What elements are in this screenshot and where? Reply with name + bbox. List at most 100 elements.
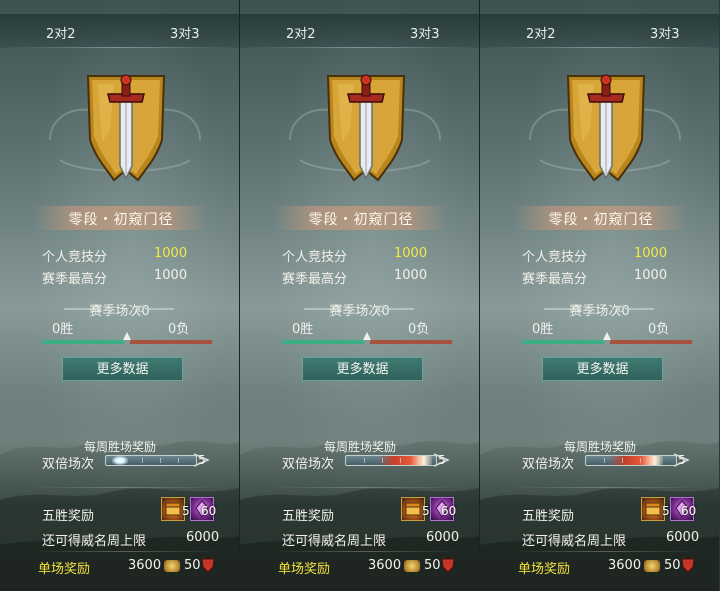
sword-banner-emblem-icon [566, 74, 646, 182]
scroll-ornament-icon [377, 305, 414, 313]
five-win-reward-label: 五胜奖励 [522, 509, 575, 524]
win-segment [42, 340, 124, 344]
rank-banner: 零段・初窥门径 [516, 206, 686, 230]
purple-crystal-item-icon[interactable]: 60 [430, 497, 457, 521]
divider [510, 487, 700, 488]
loss-segment [130, 340, 212, 344]
progress-segment-divider [160, 458, 161, 463]
progress-segment-divider [658, 458, 659, 463]
double-matches-progress-bar [345, 455, 437, 466]
losses-count: 0负 [168, 322, 190, 337]
five-win-reward-label: 五胜奖励 [42, 509, 95, 524]
personal-score-label: 个人竞技分 [522, 250, 588, 265]
win-loss-marker [603, 332, 611, 340]
wins-count: 0胜 [532, 322, 554, 337]
sword-banner-emblem-icon [86, 74, 166, 182]
chest-glyph-icon [165, 502, 181, 516]
season-high-value: 1000 [154, 268, 188, 283]
weekly-reward-title: 每周胜场奖励 [84, 440, 157, 454]
scroll-ornament-icon [137, 305, 174, 313]
divider [270, 487, 460, 488]
single-reward-shield: 50 [184, 558, 201, 573]
season-high-value: 1000 [634, 268, 668, 283]
double-matches-count: 5 [438, 453, 446, 467]
win-loss-marker [363, 332, 371, 340]
tab-2v2[interactable]: 2对2 [526, 23, 556, 42]
progress-segment-divider [178, 458, 179, 463]
progress-segment-divider [400, 458, 401, 463]
season-high-value: 1000 [394, 268, 428, 283]
mode-tabs: 2对2 3对3 [0, 14, 239, 48]
loss-segment [610, 340, 692, 344]
single-reward-coins: 3600 [608, 558, 642, 573]
progress-segment-divider [418, 458, 419, 463]
sword-banner-emblem-icon [326, 74, 406, 182]
season-matches: 赛季场次0 [89, 304, 150, 319]
single-reward-label: 单场奖励 [38, 562, 91, 577]
tab-2v2[interactable]: 2对2 [46, 23, 76, 42]
rank-banner: 零段・初窥门径 [276, 206, 446, 230]
win-loss-bar [522, 332, 692, 344]
chest-glyph-icon [405, 502, 421, 516]
divider [270, 551, 460, 552]
double-matches-label: 双倍场次 [42, 457, 95, 472]
chest-item-icon[interactable]: 5 [161, 497, 190, 521]
weekly-reward-title: 每周胜场奖励 [564, 440, 637, 454]
personal-score-value: 1000 [394, 246, 428, 261]
purple-crystal-item-icon[interactable]: 60 [670, 497, 696, 521]
divider [30, 487, 220, 488]
losses-count: 0负 [408, 322, 430, 337]
gold-coin-icon [164, 560, 180, 572]
item-count: 60 [441, 504, 457, 518]
rank-title: 零段・初窥门径 [68, 212, 174, 228]
mode-tabs: 2对2 3对3 [240, 14, 479, 48]
win-loss-bar [282, 332, 452, 344]
tab-2v2[interactable]: 2对2 [286, 23, 316, 42]
loss-segment [370, 340, 452, 344]
more-data-button[interactable]: 更多数据 [542, 357, 663, 381]
personal-score-value: 1000 [154, 246, 188, 261]
double-matches-progress-bar [585, 455, 677, 466]
win-loss-bar [42, 332, 212, 344]
double-matches-label: 双倍场次 [522, 457, 575, 472]
gold-coin-icon [644, 560, 660, 572]
weekly-reward-title: 每周胜场奖励 [324, 440, 397, 454]
progress-segment-divider [622, 458, 623, 463]
arena-panel: 2对2 3对3 零段・初窥门径 个人竞技分 1000 赛季最高分 1000 赛季… [479, 0, 719, 591]
rank-title: 零段・初窥门径 [308, 212, 414, 228]
more-data-button[interactable]: 更多数据 [62, 357, 183, 381]
losses-count: 0负 [648, 322, 670, 337]
item-count: 5 [422, 504, 430, 518]
double-matches-fill [608, 456, 663, 465]
purple-crystal-item-icon[interactable]: 60 [190, 497, 216, 521]
red-shield-icon [681, 558, 695, 573]
tab-3v3[interactable]: 3对3 [170, 23, 200, 42]
red-shield-icon [201, 558, 215, 573]
chest-item-icon[interactable]: 5 [401, 497, 430, 521]
mode-tabs: 2对2 3对3 [480, 14, 719, 48]
weekly-cap-label: 还可得威名周上限 [522, 534, 627, 549]
tab-3v3[interactable]: 3对3 [650, 23, 680, 42]
double-matches-progress-bar [105, 455, 197, 466]
tab-3v3[interactable]: 3对3 [410, 23, 440, 42]
arena-panel: 2对2 3对3 零段・初窥门径 个人竞技分 1000 赛季最高分 1000 赛季… [0, 0, 239, 591]
single-reward-label: 单场奖励 [518, 562, 571, 577]
single-reward-label: 单场奖励 [278, 562, 331, 577]
win-loss-marker [123, 332, 131, 340]
wins-count: 0胜 [52, 322, 74, 337]
progress-segment-divider [124, 458, 125, 463]
item-count: 5 [662, 504, 670, 518]
single-reward-coins: 3600 [368, 558, 402, 573]
wins-count: 0胜 [292, 322, 314, 337]
chest-glyph-icon [645, 502, 661, 516]
personal-score-value: 1000 [634, 246, 668, 261]
weekly-cap-value: 6000 [666, 530, 700, 545]
divider [510, 551, 700, 552]
chest-item-icon[interactable]: 5 [641, 497, 670, 521]
more-data-button[interactable]: 更多数据 [302, 357, 423, 381]
personal-score-label: 个人竞技分 [42, 250, 108, 265]
weekly-cap-value: 6000 [426, 530, 460, 545]
progress-segment-divider [640, 458, 641, 463]
weekly-cap-label: 还可得威名周上限 [42, 534, 147, 549]
weekly-cap-value: 6000 [186, 530, 220, 545]
